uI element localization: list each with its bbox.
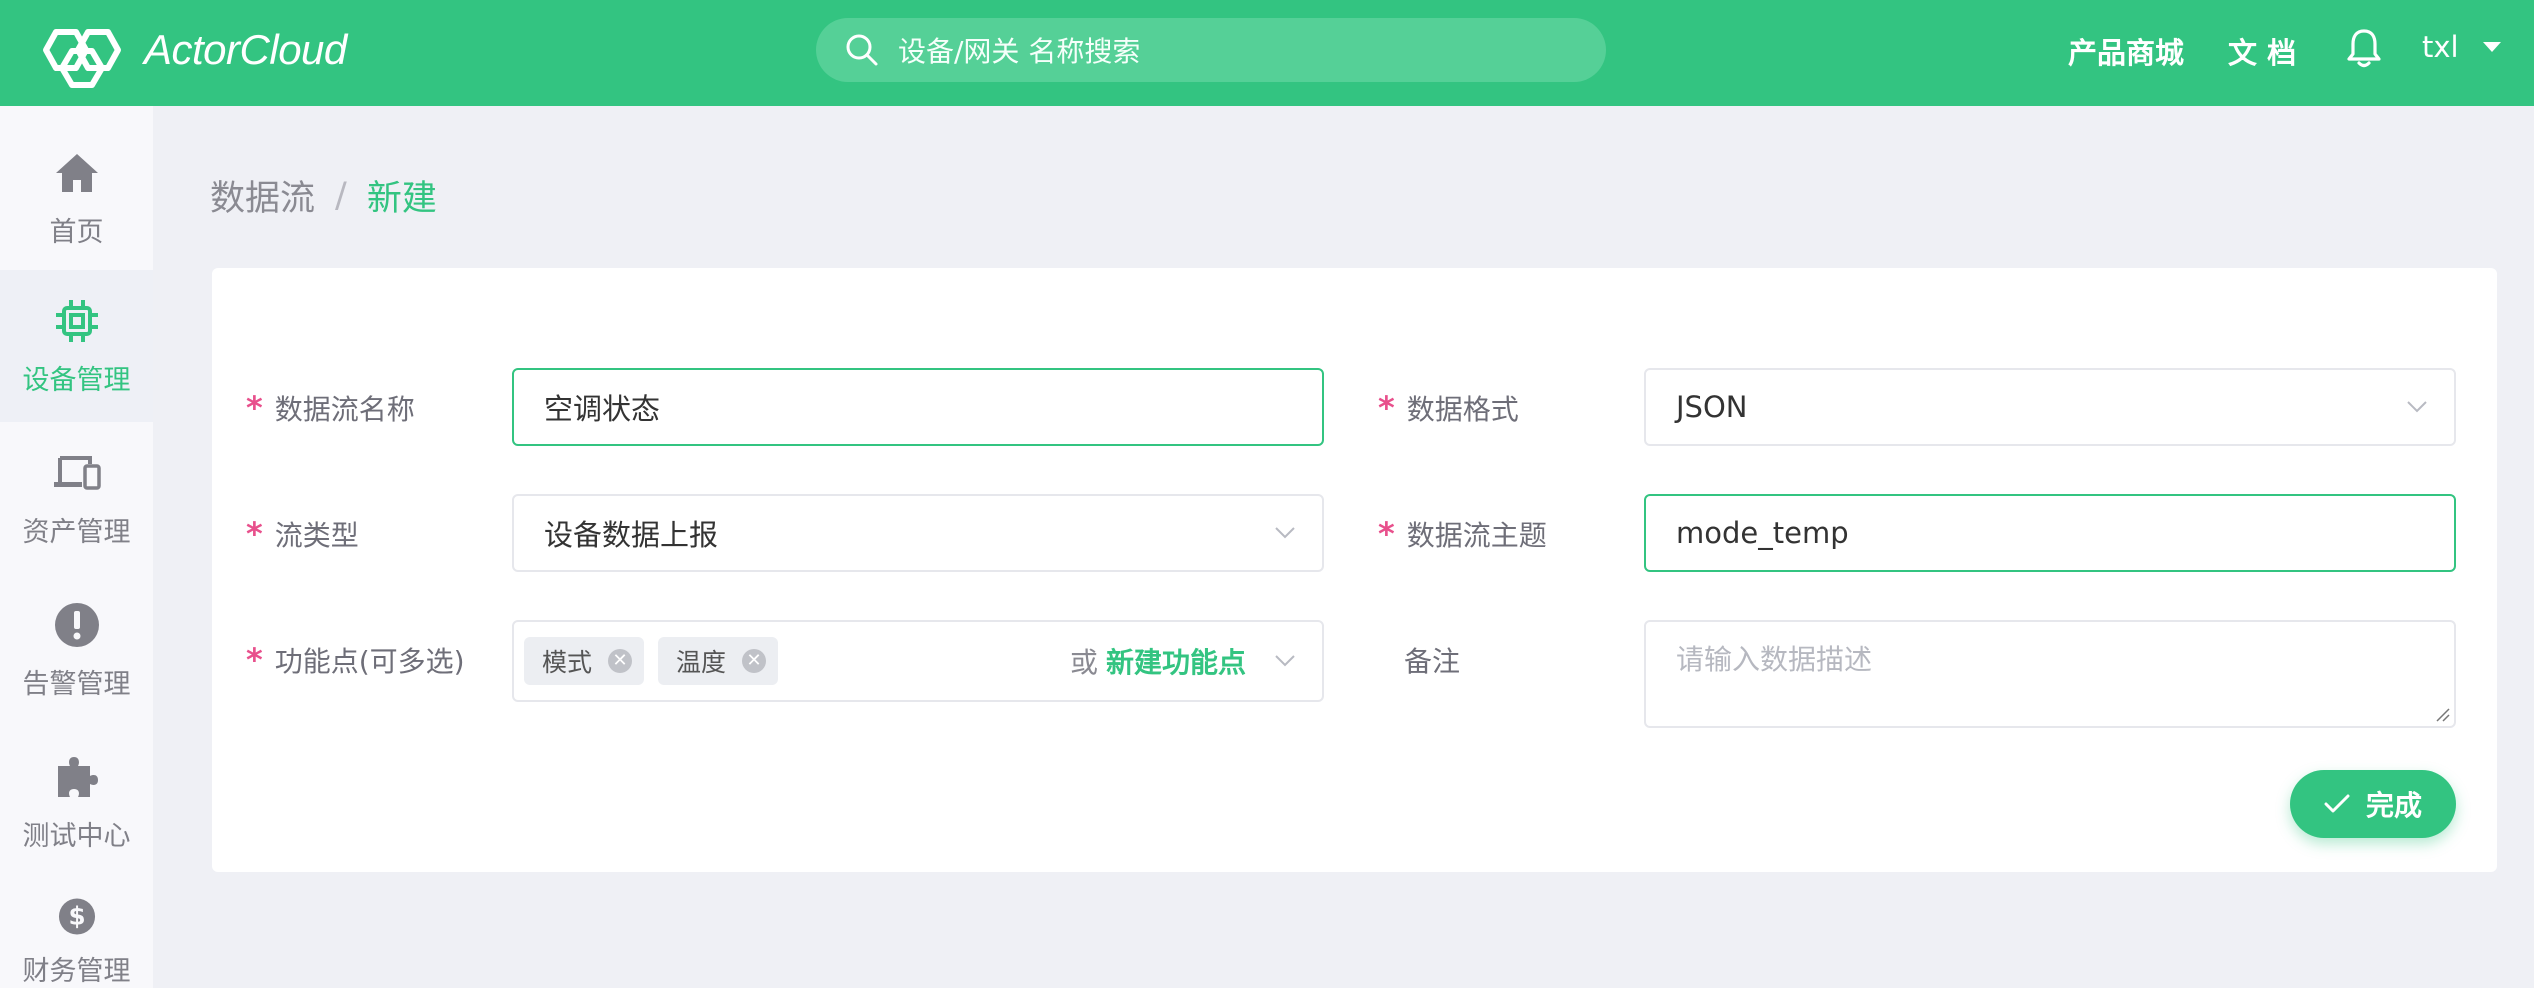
resize-handle-icon[interactable] (2434, 706, 2450, 722)
format-value: JSON (1676, 390, 1748, 424)
flow-type-label-text: 流类型 (274, 519, 359, 552)
functions-label: * 功能点(可多选) (246, 620, 465, 700)
close-icon[interactable]: ✕ (742, 649, 767, 673)
done-button[interactable]: 完成 (2290, 770, 2456, 838)
svg-text:$: $ (68, 902, 85, 931)
function-tag-label: 模式 (542, 648, 593, 677)
required-asterisk: * (1378, 515, 1395, 553)
search-placeholder: 设备/网关 名称搜索 (898, 35, 1141, 68)
done-button-label: 完成 (2365, 789, 2422, 822)
sidebar-item-finance-management[interactable]: $ 财务管理 (0, 878, 153, 988)
sidebar-item-asset-management[interactable]: 资产管理 (0, 422, 153, 574)
top-header: ActorCloud 设备/网关 名称搜索 产品商城 文 档 txl (0, 0, 2534, 106)
name-label: * 数据流名称 (246, 368, 415, 448)
sidebar-item-label: 设备管理 (22, 364, 131, 396)
close-icon[interactable]: ✕ (608, 649, 633, 673)
chevron-down-icon (1275, 527, 1295, 539)
chevron-down-icon (2407, 401, 2427, 413)
flow-type-value: 设备数据上报 (544, 518, 719, 552)
function-tag: 模式 ✕ (524, 637, 645, 685)
remark-label: 备注 (1404, 620, 1460, 700)
new-function-point-link[interactable]: 新建功能点 (1106, 646, 1246, 679)
sidebar-item-label: 告警管理 (22, 668, 131, 700)
sidebar-item-label: 测试中心 (22, 820, 131, 852)
sidebar-item-label: 首页 (49, 216, 104, 248)
username: txl (2422, 30, 2459, 64)
user-menu[interactable]: txl (2422, 30, 2501, 64)
check-icon (2324, 794, 2350, 813)
required-asterisk: * (246, 515, 263, 553)
breadcrumb: 数据流 / 新建 (210, 170, 437, 221)
product-store-link[interactable]: 产品商城 (2068, 30, 2184, 72)
brand-name: ActorCloud (144, 26, 347, 73)
chevron-down-icon (1275, 655, 1295, 667)
home-icon (55, 153, 98, 192)
caret-down-icon (2482, 42, 2501, 52)
search-icon (846, 34, 878, 66)
flow-type-label: * 流类型 (246, 494, 359, 574)
search-input[interactable]: 设备/网关 名称搜索 (816, 18, 1606, 82)
bell-icon[interactable] (2344, 26, 2384, 70)
required-asterisk: * (1378, 389, 1395, 427)
functions-label-text: 功能点(可多选) (274, 645, 465, 678)
dollar-icon: $ (58, 898, 95, 935)
name-input[interactable]: 空调状态 (512, 368, 1324, 446)
name-label-text: 数据流名称 (274, 393, 415, 426)
or-label: 或 (1070, 646, 1099, 679)
required-asterisk: * (246, 389, 263, 427)
form-card: * 数据流名称 空调状态 * 数据格式 JSON * 流类型 设备数据上报 * … (212, 268, 2497, 872)
sidebar-item-home[interactable]: 首页 (0, 122, 153, 274)
logo[interactable]: ActorCloud (32, 12, 347, 88)
topic-label-text: 数据流主题 (1406, 519, 1547, 552)
breadcrumb-parent[interactable]: 数据流 (210, 170, 315, 221)
topic-input[interactable]: mode_temp (1644, 494, 2456, 572)
breadcrumb-separator: / (335, 175, 347, 216)
remark-placeholder: 请输入数据描述 (1676, 643, 1873, 676)
or-text: 或新建功能点 (1070, 641, 1246, 681)
topic-label: * 数据流主题 (1378, 494, 1547, 574)
sidebar: 首页 设备管理 资产管理 告警管理 测试中心 $ 财务管理 (0, 106, 153, 988)
format-label: * 数据格式 (1378, 368, 1519, 448)
flow-type-select[interactable]: 设备数据上报 (512, 494, 1324, 572)
hexagon-logo-icon (43, 29, 121, 88)
alert-icon (54, 602, 99, 647)
sidebar-item-label: 财务管理 (22, 956, 131, 987)
sidebar-item-device-management[interactable]: 设备管理 (0, 270, 153, 422)
name-value: 空调状态 (544, 392, 661, 426)
breadcrumb-current: 新建 (366, 179, 437, 219)
chip-icon (55, 299, 98, 342)
puzzle-icon (57, 756, 98, 797)
remark-textarea[interactable]: 请输入数据描述 (1644, 620, 2456, 728)
sidebar-item-test-center[interactable]: 测试中心 (0, 726, 153, 878)
format-select[interactable]: JSON (1644, 368, 2456, 446)
remark-label-text: 备注 (1404, 645, 1461, 678)
sidebar-item-alarm-management[interactable]: 告警管理 (0, 574, 153, 726)
devices-icon (53, 455, 101, 490)
docs-link[interactable]: 文 档 (2228, 30, 2296, 72)
required-asterisk: * (246, 641, 263, 679)
function-tag-label: 温度 (676, 648, 727, 677)
functions-multiselect[interactable]: 模式 ✕ 温度 ✕ 或新建功能点 (512, 620, 1324, 702)
sidebar-item-label: 资产管理 (22, 516, 131, 548)
function-tag: 温度 ✕ (658, 637, 779, 685)
format-label-text: 数据格式 (1406, 393, 1519, 426)
topic-value: mode_temp (1676, 516, 1849, 550)
